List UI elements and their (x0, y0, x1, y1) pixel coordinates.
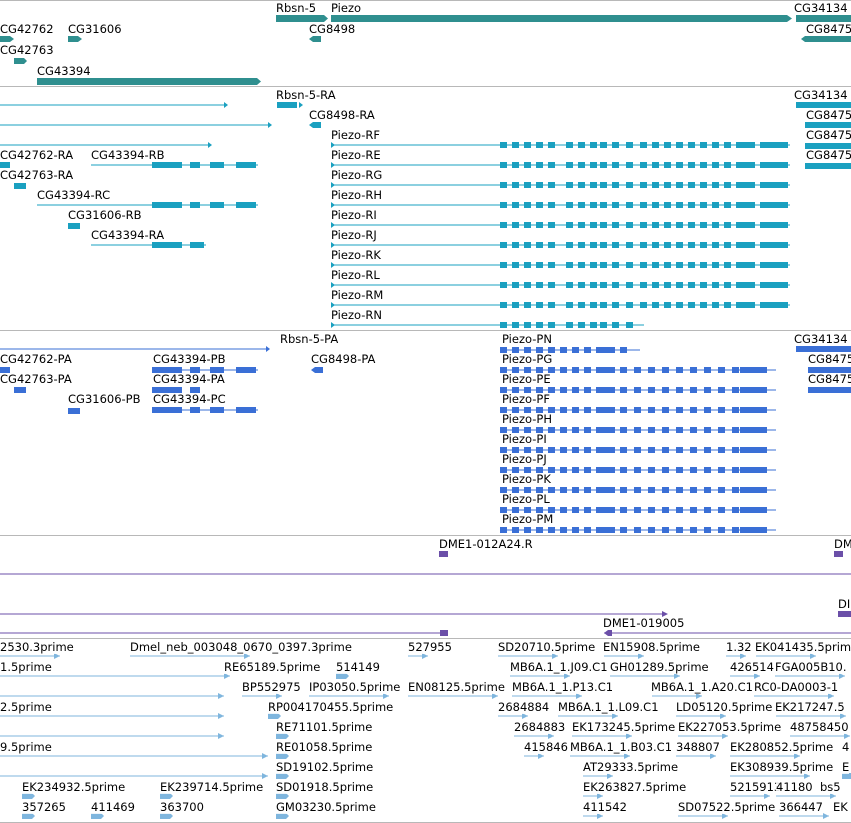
est-label-48[interactable]: 41180 (776, 781, 813, 794)
est-label-33[interactable]: RE01058.5prime (276, 741, 373, 754)
est-label-29[interactable]: EK173245.5prime (572, 721, 676, 734)
est-label-25[interactable]: LD05120.5prime (676, 701, 773, 714)
est-label-37[interactable]: EK280852.5prime (730, 741, 834, 754)
est-mark-5-1[interactable] (0, 733, 224, 739)
est-label-44[interactable]: EK239714.5prime (160, 781, 264, 794)
est-label-5[interactable]: EN15908.5prime (603, 641, 700, 654)
est-label-43[interactable]: EK234932.5prime (22, 781, 126, 794)
est-label-38[interactable]: 4 (842, 741, 850, 754)
est-label-20[interactable]: RC0-DA0003-1 (754, 681, 839, 694)
est-label-42[interactable]: E (842, 761, 850, 774)
est-label-32[interactable]: 9.5prime (0, 741, 52, 754)
est-label-15[interactable]: BP552975 (242, 681, 301, 694)
est-label-47[interactable]: 5215913 (730, 781, 782, 794)
est-label-34[interactable]: 415846 (524, 741, 568, 754)
est-label-46[interactable]: EK263827.5prime (583, 781, 687, 794)
est-label-7[interactable]: EK041435.5prime (755, 641, 851, 654)
est-label-57[interactable]: EK (833, 801, 848, 814)
est-label-13[interactable]: 426514 (730, 661, 774, 674)
est-label-23[interactable]: 2684884 (498, 701, 550, 714)
est-label-8[interactable]: 1.5prime (0, 661, 52, 674)
est-label-11[interactable]: MB6A.1_1.J09.C1 (510, 661, 608, 674)
est-label-54[interactable]: 411542 (583, 801, 627, 814)
est-label-55[interactable]: SD07522.5prime (678, 801, 776, 814)
est-label-17[interactable]: EN08125.5prime (408, 681, 505, 694)
est-mark-7-1[interactable] (0, 773, 268, 779)
est-label-41[interactable]: EK308939.5prime (730, 761, 834, 774)
est-label-36[interactable]: 348807 (676, 741, 720, 754)
est-label-10[interactable]: 514149 (336, 661, 380, 674)
est-label-4[interactable]: SD20710.5prime (498, 641, 596, 654)
est-label-49[interactable]: bs5 (820, 781, 841, 794)
est-label-2[interactable]: Dmel_neb_003048_0670_0397.3prime (130, 641, 352, 654)
est-label-30[interactable]: EK227053.5prime (678, 721, 782, 734)
est-label-1[interactable]: 2530.3prime (0, 641, 74, 654)
est-label-35[interactable]: MB6A.1_1.B03.C1 (570, 741, 673, 754)
est-label-21[interactable]: 2.5prime (0, 701, 52, 714)
est-label-6[interactable]: 1.32 (726, 641, 752, 654)
est-label-9[interactable]: RE65189.5prime (224, 661, 321, 674)
est-track: 2530.3prime Dmel_neb_003048_0670_0397.3p… (0, 0, 851, 823)
est-label-24[interactable]: MB6A.1_1.L09.C1 (558, 701, 659, 714)
est-label-26[interactable]: EK217247.5 (775, 701, 845, 714)
est-label-14[interactable]: FGA005B10. (775, 661, 847, 674)
est-label-28[interactable]: 2684883 (514, 721, 566, 734)
est-label-52[interactable]: 363700 (160, 801, 204, 814)
est-label-51[interactable]: 411469 (91, 801, 135, 814)
est-label-27[interactable]: RE71101.5prime (276, 721, 373, 734)
est-label-3[interactable]: 527955 (408, 641, 452, 654)
est-label-19[interactable]: MB6A.1_1.A20.C1 (651, 681, 753, 694)
est-label-40[interactable]: AT29333.5prime (583, 761, 679, 774)
est-label-12[interactable]: GH01289.5prime (610, 661, 709, 674)
est-label-50[interactable]: 357265 (22, 801, 66, 814)
est-label-53[interactable]: GM03230.5prime (276, 801, 376, 814)
est-label-31[interactable]: 48758450 (790, 721, 849, 734)
est-mark-3-1[interactable] (0, 693, 224, 699)
est-label-39[interactable]: SD19102.5prime (276, 761, 374, 774)
est-label-18[interactable]: MB6A.1_1.P13.C1 (512, 681, 614, 694)
est-label-56[interactable]: 366447 (779, 801, 823, 814)
est-label-22[interactable]: RP004170455.5prime (268, 701, 394, 714)
est-label-45[interactable]: SD01918.5prime (276, 781, 374, 794)
est-label-16[interactable]: IP03050.5prime (309, 681, 401, 694)
